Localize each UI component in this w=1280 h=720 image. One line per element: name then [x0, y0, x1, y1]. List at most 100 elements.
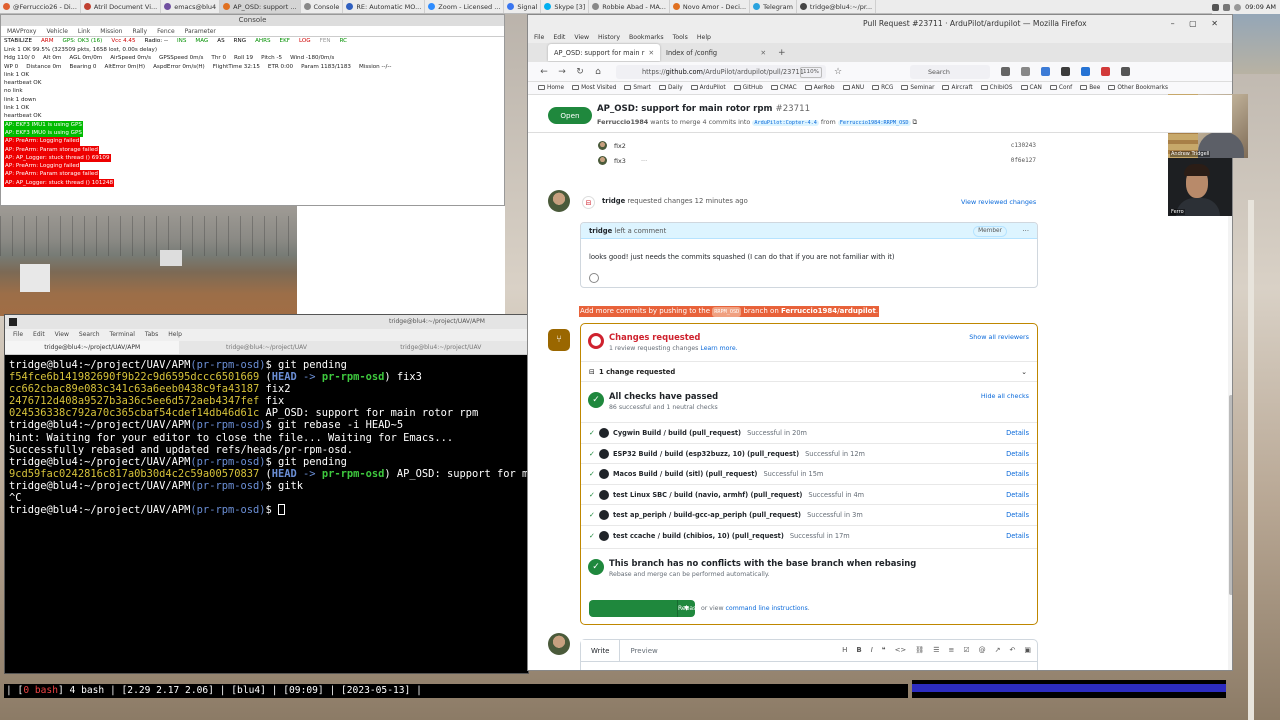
firefox-menu-item[interactable]: Tools — [673, 33, 688, 43]
pr-author[interactable]: Ferruccio1984 — [597, 118, 648, 126]
bookmark-item[interactable]: GitHub — [733, 85, 763, 91]
preview-tab[interactable]: Preview — [620, 640, 667, 661]
check-details-link[interactable]: Details — [1006, 485, 1029, 505]
bookmark-item[interactable]: Smart — [624, 85, 651, 91]
terminal-menu-item[interactable]: Edit — [33, 329, 45, 341]
extension-icon[interactable] — [1021, 67, 1030, 76]
url-bar[interactable]: https://github.com/ArduPilot/ardupilot/p… — [616, 64, 826, 79]
bookmark-item[interactable]: RCG — [872, 85, 893, 91]
taskbar-item[interactable]: RE: Automatic MO... — [343, 0, 426, 13]
bookmark-item[interactable]: ArduPilot — [690, 85, 726, 91]
bold-icon[interactable]: B — [856, 646, 861, 654]
check-details-link[interactable]: Details — [1006, 526, 1029, 546]
star-icon[interactable]: ☆ — [832, 67, 844, 77]
undo-icon[interactable]: ↶ — [1010, 646, 1016, 654]
tmux-active-window[interactable]: 0 bash — [23, 685, 58, 696]
code-icon[interactable]: <> — [895, 646, 907, 654]
search-input[interactable]: Search — [910, 64, 990, 79]
taskbar-item[interactable]: AP_OSD: support ... — [220, 0, 301, 13]
show-all-reviewers-link[interactable]: Show all reviewers — [969, 333, 1029, 341]
check-details-link[interactable]: Details — [1006, 464, 1029, 484]
taskbar-item[interactable]: Skype [3] — [541, 0, 590, 13]
link-icon[interactable]: ⛓ — [915, 646, 924, 654]
command-line-instructions-link[interactable]: command line instructions — [726, 605, 808, 612]
comment-editor[interactable]: Write Preview H B I ❝ <> ⛓ ☰ ≡ ☑ @ ↗ ↶ ▣ — [580, 639, 1038, 670]
rebase-and-merge-button[interactable]: Rebase and merge▼ — [589, 600, 700, 624]
ordered-list-icon[interactable]: ≡ — [948, 646, 954, 654]
mavproxy-menu-item[interactable]: Mission — [100, 26, 122, 36]
learn-more-link[interactable]: Learn more. — [700, 345, 737, 352]
bookmark-item[interactable]: Seminar — [901, 85, 934, 91]
terminal-tab[interactable]: tridge@blu4:~/project/UAV — [179, 341, 353, 354]
bookmark-item[interactable]: Aircraft — [942, 85, 973, 91]
extension-icon[interactable] — [1101, 67, 1110, 76]
zoom-level[interactable]: 110% — [800, 66, 822, 78]
back-icon[interactable]: ← — [538, 67, 550, 77]
forward-icon[interactable]: → — [556, 67, 568, 77]
terminal-tab[interactable]: tridge@blu4:~/project/UAV/APM — [5, 341, 180, 354]
copy-icon[interactable]: ⧉ — [913, 118, 918, 126]
extension-icon[interactable] — [1001, 67, 1010, 76]
browser-tab[interactable]: Index of /config ✕ — [660, 44, 772, 61]
close-tab-icon[interactable]: ✕ — [648, 49, 654, 57]
terminal-menu-item[interactable]: Tabs — [145, 329, 158, 341]
mavproxy-menu-item[interactable]: Rally — [132, 26, 147, 36]
commit-message[interactable]: fix2 — [614, 139, 626, 153]
bookmark-item[interactable]: Bee — [1080, 85, 1100, 91]
head-branch-chip[interactable]: RRPM_OSD — [712, 307, 742, 317]
bookmark-item[interactable]: Daily — [658, 85, 683, 91]
terminal-menu-item[interactable]: Search — [79, 329, 100, 341]
terminal-window-icon[interactable] — [9, 318, 17, 326]
terminal-menu-item[interactable]: Terminal — [110, 329, 135, 341]
mavproxy-menu-item[interactable]: Fence — [157, 26, 175, 36]
comment-author[interactable]: tridge — [589, 227, 612, 235]
saved-replies-icon[interactable]: ▣ — [1024, 646, 1031, 654]
chevron-down-icon[interactable]: ⌄ — [1021, 362, 1027, 382]
terminal-output[interactable]: tridge@blu4:~/project/UAV/APM(pr-rpm-osd… — [5, 355, 528, 520]
network-icon[interactable] — [1212, 3, 1220, 11]
mavproxy-menu-item[interactable]: Vehicle — [46, 26, 67, 36]
terminal-cursor[interactable] — [278, 504, 286, 516]
commit-message[interactable]: fix3 — [614, 154, 626, 168]
volume-icon[interactable] — [1223, 3, 1231, 11]
terminal-tab[interactable]: tridge@blu4:~/project/UAV — [354, 341, 528, 354]
hide-all-checks-link[interactable]: Hide all checks — [981, 392, 1029, 400]
view-reviewed-changes-link[interactable]: View reviewed changes — [961, 198, 1036, 206]
taskbar-item[interactable]: Robbie Abad - MA... — [589, 0, 670, 13]
extension-icon[interactable] — [1041, 67, 1050, 76]
taskbar-item[interactable]: Zoom - Licensed ... — [425, 0, 505, 13]
bookmark-item[interactable]: Home — [538, 85, 564, 91]
extension-icon[interactable] — [1061, 67, 1070, 76]
bookmark-item[interactable]: AerRob — [804, 85, 835, 91]
firefox-menu-item[interactable]: Edit — [553, 33, 565, 43]
firefox-menu-item[interactable]: Help — [697, 33, 711, 43]
taskbar-item[interactable]: Telegram — [750, 0, 797, 13]
italic-icon[interactable]: I — [871, 646, 873, 654]
firefox-menu-item[interactable]: History — [598, 33, 620, 43]
commit-hash[interactable]: c130243 — [1011, 139, 1036, 153]
task-list-icon[interactable]: ☑ — [963, 646, 969, 654]
taskbar-item[interactable]: tridge@blu4:~/pr... — [797, 0, 877, 13]
check-details-link[interactable]: Details — [1006, 444, 1029, 464]
commit-hash[interactable]: 0f6e127 — [1011, 154, 1036, 168]
terminal-menu-item[interactable]: File — [13, 329, 23, 341]
more-options-icon[interactable]: ··· — [1023, 223, 1029, 239]
window-controls[interactable]: – ▢ ✕ — [1171, 15, 1224, 33]
commit-row[interactable]: fix3 ··· 0f6e127 — [586, 154, 1036, 168]
reviewer-avatar[interactable] — [548, 190, 570, 212]
new-tab-icon[interactable]: + — [778, 48, 786, 58]
heading-icon[interactable]: H — [842, 646, 847, 654]
terminal-menu-item[interactable]: Help — [168, 329, 182, 341]
mention-icon[interactable]: @ — [979, 646, 986, 654]
extension-icon[interactable] — [1081, 67, 1090, 76]
write-tab[interactable]: Write — [581, 640, 621, 661]
bookmark-item[interactable]: Other Bookmarks — [1108, 85, 1168, 91]
browser-tab[interactable]: AP_OSD: support for main r ✕ — [548, 44, 660, 61]
change-requested-row[interactable]: ⊟ 1 change requested ⌄ — [581, 362, 1037, 382]
taskbar-item[interactable]: emacs@blu4 — [161, 0, 221, 13]
firefox-menu-item[interactable]: Bookmarks — [629, 33, 664, 43]
bookmark-item[interactable]: ANU — [842, 85, 864, 91]
taskbar-item[interactable]: Signal — [504, 0, 542, 13]
reviewer-name[interactable]: tridge — [602, 197, 625, 205]
bookmark-item[interactable]: Conf — [1049, 85, 1072, 91]
